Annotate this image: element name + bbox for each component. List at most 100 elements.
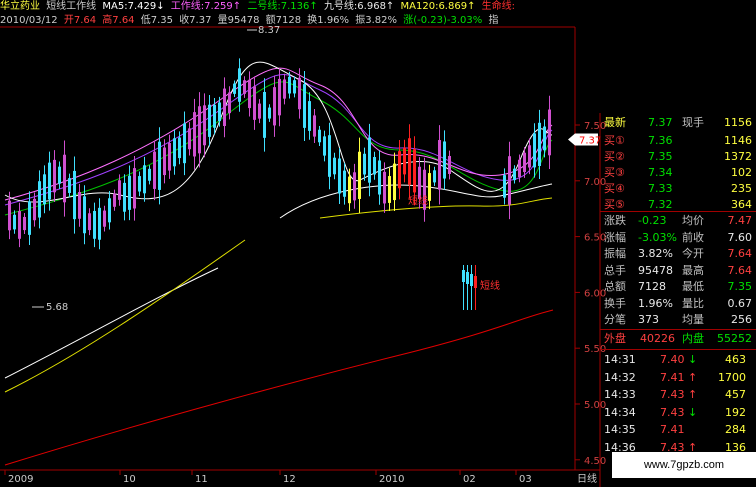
stat-value: 7.35 <box>727 280 753 293</box>
quote-open: 开7.64 <box>63 15 97 26</box>
candle-body <box>263 91 266 138</box>
stat-row: 换手 1.96% 量比 0.67 <box>600 296 756 312</box>
indicator-header: 华立药业 短线工作线 MA5:7.429↓ 工作线:7.259↑ 二号线:7.1… <box>0 0 518 13</box>
tick-volume: 463 <box>725 353 746 366</box>
candle-body <box>228 92 231 114</box>
stat-label: 今开 <box>682 247 704 260</box>
stat-value: 95478 <box>638 263 673 277</box>
bid-volume: 235 <box>731 182 752 195</box>
stat-value: 373 <box>638 313 659 326</box>
candle-body <box>38 181 41 218</box>
tick-row: 14:33 7.43 ↑ 457 <box>600 387 756 403</box>
time-label: 12 <box>283 474 296 485</box>
bid-row[interactable]: 买④ 7.33 235 <box>600 181 756 197</box>
candle-body <box>233 83 236 94</box>
stat-value: 0.67 <box>727 296 753 310</box>
candle-body <box>128 175 131 210</box>
stat-label: 涨跌 <box>604 214 626 227</box>
stat-label: 最高 <box>682 263 704 277</box>
candle-body <box>243 80 246 94</box>
candle-body <box>533 133 536 168</box>
bid-row[interactable]: 买① 7.36 1146 <box>600 133 756 149</box>
ma120-value: MA120:6.869↑ <box>400 1 476 12</box>
stat-row: 涨幅 -3.03% 前收 7.60 <box>600 230 756 246</box>
candle-body <box>183 123 186 164</box>
quote-amount: 额7128 <box>265 15 302 26</box>
stat-value: 256 <box>731 313 752 326</box>
candle-body <box>278 78 281 116</box>
candle-body <box>508 156 511 205</box>
time-axis: 2009 10 11 12 2010 02 03 日线 <box>4 470 597 485</box>
candle-body <box>528 145 531 168</box>
stat-label: 总额 <box>604 280 626 293</box>
candle-body <box>23 216 26 231</box>
candle-body <box>253 86 256 120</box>
candle-body <box>178 137 181 159</box>
work-line-value: 工作线:7.259↑ <box>170 1 242 12</box>
indicator-name[interactable]: 短线工作线 <box>46 1 96 12</box>
bid-row[interactable]: 买② 7.35 1372 <box>600 149 756 165</box>
candle-body <box>68 178 71 193</box>
candle-body <box>168 143 171 171</box>
candle-body <box>338 158 341 194</box>
bid-label: 买② <box>604 150 625 163</box>
tick-row: 14:31 7.40 ↓ 463 <box>600 352 756 368</box>
candle-body <box>428 173 431 201</box>
time-label: 02 <box>463 474 476 485</box>
stat-label: 换手 <box>604 296 626 310</box>
candle-body <box>503 175 506 198</box>
candle-body <box>208 104 211 137</box>
candle-body <box>273 87 276 126</box>
candle-body <box>73 170 76 220</box>
latest-label: 最新 <box>604 116 626 129</box>
tick-volume: 192 <box>725 405 746 419</box>
tick-time: 14:31 <box>604 353 636 366</box>
candle-body <box>198 106 201 154</box>
latest-value: 7.37 <box>648 116 673 129</box>
tick-time: 14:32 <box>604 370 636 384</box>
candle-body <box>33 198 36 221</box>
stat-value: -0.23 <box>638 214 667 227</box>
bid-price: 7.34 <box>648 166 673 179</box>
candle-body <box>163 147 166 176</box>
bid-row[interactable]: 买③ 7.34 102 <box>600 165 756 181</box>
candle-body <box>388 176 391 203</box>
candle-body <box>153 151 156 189</box>
tick-volume: 284 <box>725 423 746 436</box>
bid-volume: 1372 <box>724 150 752 163</box>
candle-body <box>223 88 226 127</box>
candle-body <box>298 77 301 110</box>
candle-body <box>133 168 136 209</box>
candle-body <box>293 80 296 94</box>
now-hand-label: 现手 <box>682 116 704 129</box>
stat-label: 涨幅 <box>604 230 626 244</box>
candle-body <box>173 138 176 167</box>
line9-value: 九号线:6.968↑ <box>323 1 395 12</box>
candle-body <box>318 129 321 143</box>
candle-body <box>308 101 311 131</box>
tick-volume: 1700 <box>718 370 746 384</box>
tick-price: 7.41 <box>660 370 685 384</box>
candlesticks <box>8 58 551 310</box>
quote-amplitude: 振3.82% <box>355 15 398 26</box>
candle-body <box>18 211 21 239</box>
short-line-signal: 短线 <box>408 194 428 207</box>
quote-bar: 2010/03/12 开7.64 高7.64 低7.35 收7.37 量9547… <box>0 14 501 27</box>
candle-body <box>288 76 291 94</box>
tick-price: 7.40 <box>660 353 685 366</box>
candle-body <box>383 171 386 204</box>
upper-channel-white <box>4 267 219 379</box>
candle-body <box>158 141 161 190</box>
tick-time: 14:33 <box>604 388 636 401</box>
stat-value: 7.64 <box>727 263 753 277</box>
time-label: 10 <box>123 474 136 485</box>
upper-channel-yellow <box>4 239 246 393</box>
candle-body <box>113 193 116 207</box>
stat-value: 7128 <box>638 280 666 293</box>
candle-body <box>313 115 316 137</box>
candle-body <box>513 168 516 181</box>
candle-body <box>443 141 446 179</box>
bid-label: 买① <box>604 134 625 147</box>
stock-name[interactable]: 华立药业 <box>0 1 40 12</box>
candle-body <box>88 213 91 231</box>
